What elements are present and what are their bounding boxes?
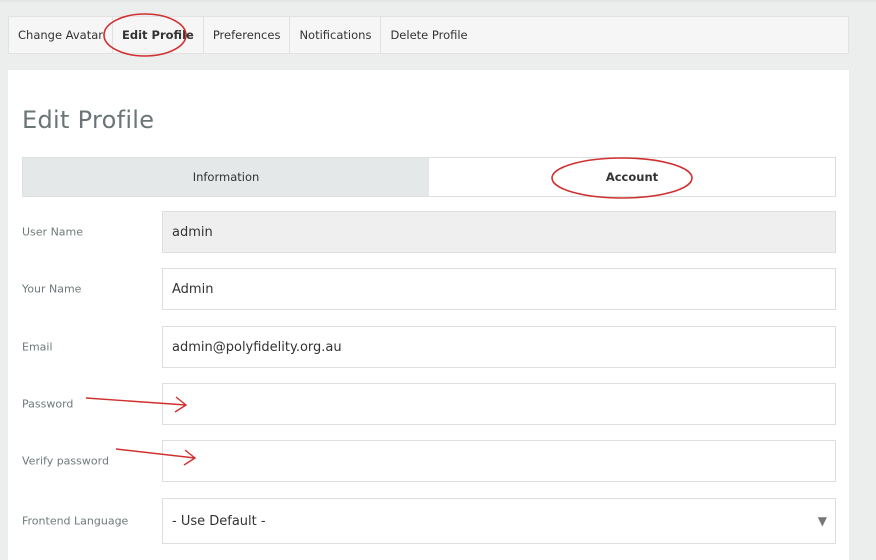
frontend-language-label: Frontend Language	[22, 514, 129, 528]
frontend-language-row: Frontend Language - Use Default - ▼	[22, 498, 836, 544]
top-divider	[0, 0, 876, 2]
username-label: User Name	[22, 225, 84, 239]
password-label: Password	[22, 397, 74, 411]
email-row: Email	[22, 326, 836, 368]
verify-password-label: Verify password	[22, 454, 109, 468]
edit-profile-panel: Edit Profile Information Account User Na…	[8, 70, 849, 560]
email-field[interactable]	[162, 326, 836, 368]
verify-password-row: Verify password	[22, 440, 836, 482]
name-label: Your Name	[22, 282, 82, 296]
subnav-edit-profile[interactable]: Edit Profile	[113, 17, 204, 53]
name-field[interactable]	[162, 268, 836, 310]
frontend-language-value: - Use Default -	[172, 513, 266, 529]
frontend-language-select[interactable]: - Use Default - ▼	[162, 498, 836, 544]
tab-information[interactable]: Information	[23, 158, 429, 196]
verify-password-field[interactable]	[162, 440, 836, 482]
subnav-preferences[interactable]: Preferences	[204, 17, 291, 53]
email-label: Email	[22, 340, 53, 354]
subnav-delete-profile[interactable]: Delete Profile	[381, 17, 476, 53]
username-field[interactable]	[162, 211, 836, 253]
password-row: Password	[22, 383, 836, 425]
chevron-down-icon: ▼	[817, 514, 827, 528]
subnav-change-avatar[interactable]: Change Avatar	[9, 17, 114, 53]
name-row: Your Name	[22, 268, 836, 310]
page-title: Edit Profile	[22, 106, 155, 134]
profile-tabs: Information Account	[22, 157, 836, 197]
tab-account[interactable]: Account	[429, 158, 835, 196]
subnav-notifications[interactable]: Notifications	[290, 17, 382, 53]
username-row: User Name	[22, 211, 836, 253]
profile-subnav: Change Avatar Edit Profile Preferences N…	[8, 16, 849, 54]
password-field[interactable]	[162, 383, 836, 425]
